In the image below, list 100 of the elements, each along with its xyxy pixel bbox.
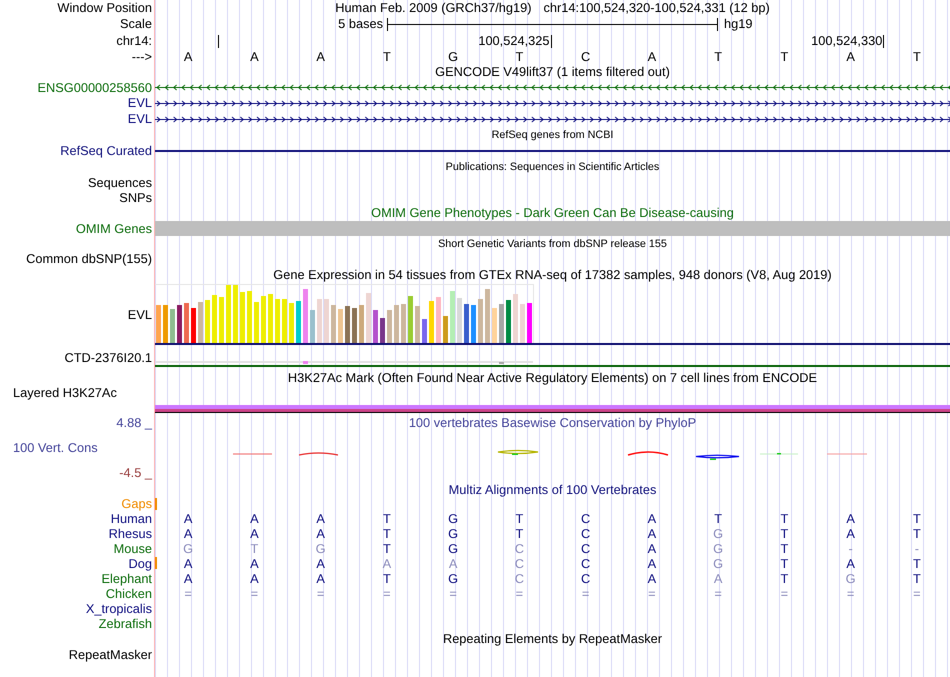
track-title: Short Genetic Variants from dbSNP release 155 (438, 236, 667, 250)
aligned-base: A (249, 526, 260, 540)
expression-bar (401, 304, 406, 343)
expression-bar (429, 301, 434, 343)
aligned-base: G (712, 556, 724, 570)
expression-bar (485, 289, 490, 343)
track-title: RefSeq genes from NCBI (492, 128, 614, 142)
aligned-base: = (780, 586, 790, 600)
species-label: Elephant (101, 572, 152, 586)
aligned-base: T (912, 512, 922, 526)
aligned-base: C (580, 512, 592, 526)
position-tick (883, 34, 884, 48)
expression-bar (520, 304, 525, 343)
aligned-base: T (382, 542, 392, 556)
expression-bar (492, 308, 497, 343)
aligned-base: T (382, 512, 392, 526)
base-letter: A (315, 50, 326, 64)
assembly-title: Human Feb. 2009 (GRCh37/hg19) (335, 0, 532, 14)
gene-label: EVL (128, 96, 152, 110)
base-letter: T (779, 50, 790, 64)
aligned-base: T (514, 526, 524, 540)
expression-bar (261, 296, 266, 343)
aligned-base: C (514, 572, 525, 586)
aligned-base: G (447, 512, 460, 526)
track-title: Multiz Alignments of 100 Vertebrates (448, 482, 656, 496)
track-title: H3K27Ac Mark (Often Found Near Active Regulatory Elements) on 7 cell lines from ENCODE (288, 371, 818, 385)
species-label: Zebrafish (98, 616, 152, 630)
expression-bar (464, 304, 469, 343)
aligned-base: = (846, 586, 856, 600)
aligned-base: C (514, 542, 525, 556)
expression-bar (275, 299, 280, 343)
expression-bar (513, 294, 518, 343)
aligned-base: T (912, 526, 922, 540)
track-title: GENCODE V49lift37 (1 items filtered out) (435, 65, 670, 79)
expression-bar (184, 303, 189, 343)
expression-bar (191, 308, 196, 343)
aligned-base: A (646, 572, 658, 586)
aligned-base: A (249, 512, 260, 526)
aligned-base: A (845, 556, 856, 570)
aligned-base: A (845, 526, 856, 540)
expression-bar (310, 310, 315, 343)
aligned-base: = (183, 586, 193, 600)
aligned-base: = (250, 586, 260, 600)
expression-bar (212, 295, 217, 343)
expression-bar (317, 299, 322, 343)
base-letter: T (382, 50, 392, 64)
conservation-wiggle (497, 450, 539, 455)
base-letter: C (580, 50, 592, 64)
expression-bar (177, 305, 182, 343)
expression-bar (303, 289, 308, 343)
aligned-base: T (382, 526, 392, 540)
aligned-base: C (580, 556, 592, 570)
aligned-base: G (182, 542, 194, 556)
track-title: 100 vertebrates Basewise Conservation by PhyloP (408, 416, 696, 430)
aligned-base: A (646, 526, 658, 540)
aligned-base: A (182, 526, 194, 540)
expression-bar (443, 316, 448, 343)
track-title: Gene Expression in 54 tissues from GTEx RNA-seq of 17382 samples, 948 donors (V8, Aug 2019) (273, 268, 832, 282)
expression-bar (527, 303, 532, 343)
aligned-base: A (448, 556, 458, 570)
expression-bar (324, 299, 329, 343)
aligned-base: T (382, 572, 392, 586)
aligned-base: A (182, 512, 194, 526)
aligned-base: C (580, 526, 592, 540)
species-label: X_tropicalis (86, 602, 152, 616)
aligned-base: A (845, 512, 856, 526)
coordinate-label: 100,524,325 (478, 34, 550, 48)
aligned-base: = (912, 586, 922, 600)
expression-bar (387, 310, 392, 343)
expression-bar (380, 318, 385, 343)
expression-bar (366, 293, 371, 343)
position-text: chr14:100,524,320-100,524,331 (12 bp) (544, 0, 770, 14)
aligned-base: A (646, 542, 658, 556)
aligned-base: G (447, 572, 460, 586)
expression-bar (471, 305, 476, 343)
aligned-base: T (779, 572, 790, 586)
expression-bar (457, 298, 462, 343)
expression-bar (282, 299, 287, 343)
base-letter: A (249, 50, 260, 64)
gene-label: EVL (128, 112, 152, 126)
track-label: Common dbSNP(155) (26, 252, 152, 266)
gene-label: ENSG00000258560 (37, 80, 152, 94)
species-label: Rhesus (108, 526, 152, 540)
base-letter: A (845, 50, 856, 64)
aligned-base: A (315, 512, 326, 526)
aligned-base: A (182, 572, 194, 586)
aligned-base: T (912, 572, 922, 586)
base-letter: T (912, 50, 922, 64)
aligned-base: G (844, 572, 857, 586)
track-title: OMIM Gene Phenotypes - Dark Green Can Be Disease-causing (371, 206, 734, 220)
aligned-base: G (314, 542, 327, 556)
position-tick (550, 34, 552, 48)
base-letter: T (713, 50, 724, 64)
track-label: Scale (120, 17, 152, 31)
expression-bar (156, 305, 161, 343)
conservation-wiggle (298, 452, 338, 456)
axis-max-label: 4.88 _ (116, 416, 152, 430)
expression-bar (233, 285, 238, 343)
aligned-base: G (712, 526, 724, 540)
expression-bar (205, 300, 210, 343)
